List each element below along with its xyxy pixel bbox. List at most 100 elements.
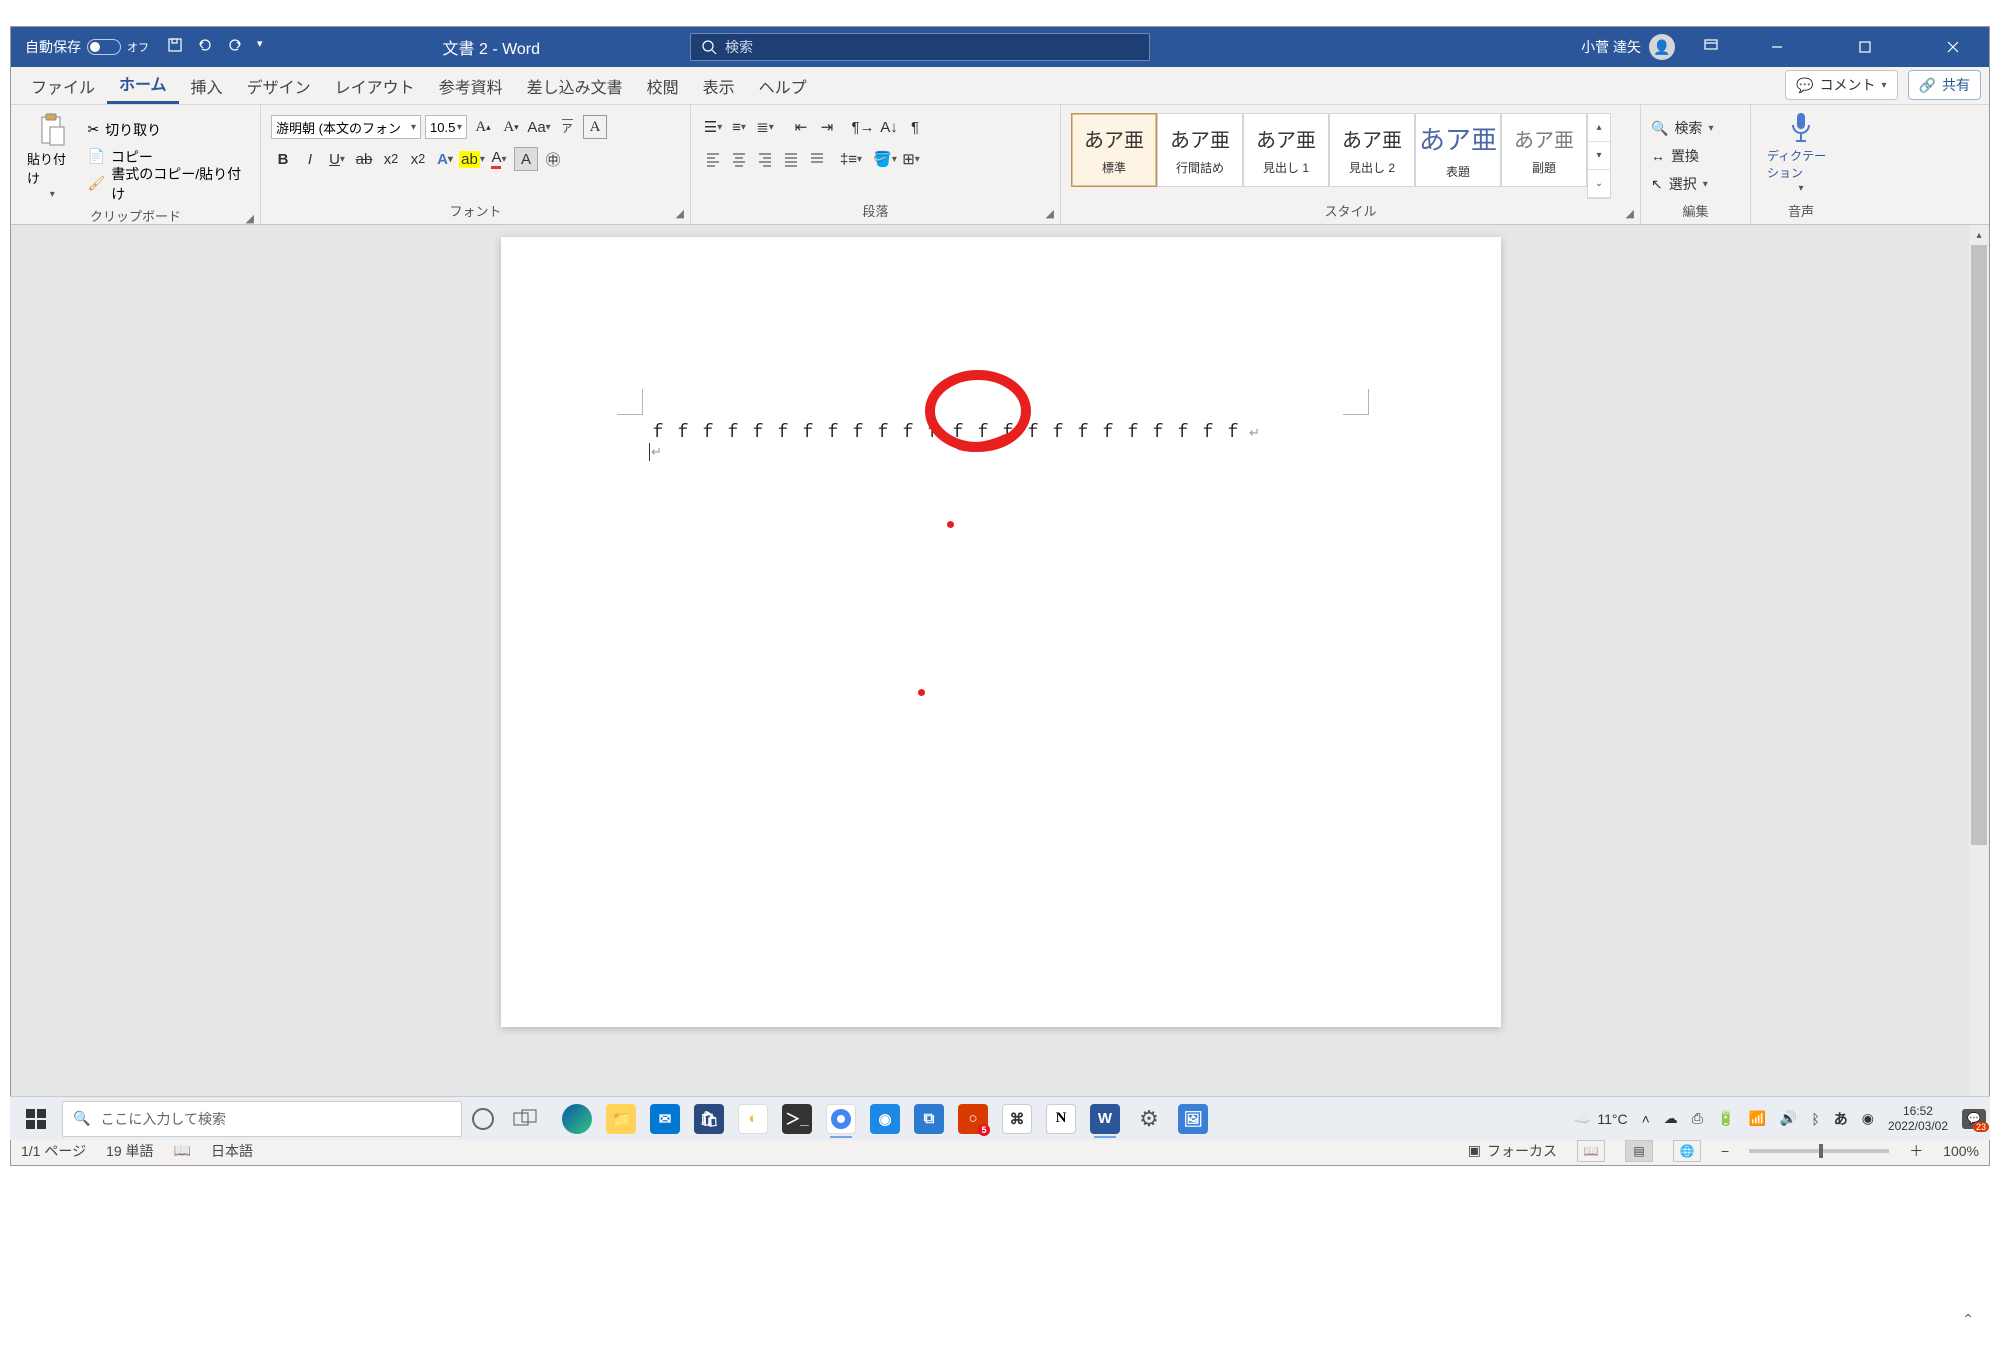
font-color-button[interactable]: A▾ — [487, 147, 511, 171]
read-mode-button[interactable]: 📖 — [1577, 1140, 1605, 1162]
justify-button[interactable] — [779, 147, 803, 171]
bluetooth-icon[interactable]: ᛒ — [1811, 1111, 1819, 1127]
task-view-icon[interactable] — [504, 1098, 546, 1140]
subscript-button[interactable]: x2 — [379, 147, 403, 171]
numbering-button[interactable]: ≡▾ — [727, 115, 751, 139]
battery-icon[interactable]: 🔋 — [1717, 1110, 1734, 1127]
maximize-button[interactable] — [1835, 27, 1895, 67]
sort-button[interactable]: A↓ — [877, 115, 901, 139]
font-name-select[interactable]: 游明朝 (本文のフォン▾ — [271, 115, 421, 139]
increase-indent-button[interactable]: ⇥ — [815, 115, 839, 139]
cut-button[interactable]: ✂切り取り — [87, 118, 250, 142]
wifi-icon[interactable]: 📶 — [1748, 1110, 1765, 1127]
font-size-select[interactable]: 10.5▾ — [425, 115, 467, 139]
line-spacing-button[interactable]: ‡≡▾ — [839, 147, 863, 171]
print-layout-button[interactable]: ▤ — [1625, 1140, 1653, 1162]
qat-customize-icon[interactable]: ▾ — [257, 37, 263, 58]
save-icon[interactable] — [167, 37, 183, 58]
text-effects-button[interactable]: A▾ — [433, 147, 457, 171]
vertical-scrollbar[interactable]: ▴ ▾ — [1969, 225, 1989, 1135]
minimize-button[interactable] — [1747, 27, 1807, 67]
toggle-switch[interactable] — [87, 39, 121, 55]
style-heading1[interactable]: あア亜見出し 1 — [1243, 113, 1329, 187]
shrink-font-button[interactable]: A▾ — [499, 115, 523, 139]
share-button[interactable]: 🔗 共有 — [1908, 70, 1981, 100]
terminal-icon[interactable]: ＞_ — [776, 1098, 818, 1140]
grow-font-button[interactable]: A▴ — [471, 115, 495, 139]
tray-expand-icon[interactable]: ˄ — [1642, 1111, 1650, 1127]
search-box[interactable]: 検索 — [690, 33, 1150, 61]
taskbar-search[interactable]: 🔍 ここに入力して検索 — [62, 1101, 462, 1137]
tab-design[interactable]: デザイン — [235, 66, 323, 104]
volume-icon[interactable]: 🔊 — [1780, 1110, 1797, 1127]
distribute-button[interactable] — [805, 147, 829, 171]
tab-help[interactable]: ヘルプ — [747, 66, 819, 104]
dialog-launcher-icon[interactable]: ◢ — [676, 207, 684, 220]
multilevel-button[interactable]: ≣▾ — [753, 115, 777, 139]
tab-view[interactable]: 表示 — [691, 66, 747, 104]
align-center-button[interactable] — [727, 147, 751, 171]
tab-home[interactable]: ホーム — [107, 63, 179, 104]
web-layout-button[interactable]: 🌐 — [1673, 1140, 1701, 1162]
app-icon-2[interactable]: ◉ — [864, 1098, 906, 1140]
ime-icon[interactable]: あ — [1834, 1109, 1848, 1129]
app-icon-4[interactable]: ⌘ — [996, 1098, 1038, 1140]
paste-button[interactable]: 貼り付け ▾ — [21, 109, 83, 204]
replace-button[interactable]: ↔置換 — [1651, 145, 1713, 167]
underline-button[interactable]: U▾ — [325, 147, 349, 171]
style-title[interactable]: あア亜表題 — [1415, 113, 1501, 187]
align-right-button[interactable] — [753, 147, 777, 171]
dialog-launcher-icon[interactable]: ◢ — [246, 212, 254, 225]
mail-icon[interactable]: ✉ — [644, 1098, 686, 1140]
page-count[interactable]: 1/1 ページ — [21, 1141, 86, 1161]
zoom-level[interactable]: 100% — [1943, 1143, 1979, 1159]
scroll-up-icon[interactable]: ▴ — [1969, 225, 1989, 245]
ime-mode-icon[interactable]: ◉ — [1862, 1110, 1874, 1127]
settings-icon[interactable]: ⚙ — [1128, 1098, 1170, 1140]
format-painter-button[interactable]: 🖌書式のコピー/貼り付け — [87, 172, 250, 196]
autosave-toggle[interactable]: 自動保存 オフ — [25, 37, 149, 57]
tray-icon[interactable]: ⎙ — [1692, 1110, 1703, 1127]
dialog-launcher-icon[interactable]: ◢ — [1626, 207, 1634, 220]
style-heading2[interactable]: あア亜見出し 2 — [1329, 113, 1415, 187]
comments-button[interactable]: 💬 コメント ▾ — [1785, 70, 1897, 100]
ribbon-display-icon[interactable] — [1703, 37, 1719, 58]
weather-widget[interactable]: ☁️11°C — [1574, 1110, 1628, 1127]
word-count[interactable]: 19 単語 — [106, 1141, 153, 1161]
tab-mailings[interactable]: 差し込み文書 — [515, 66, 635, 104]
onedrive-icon[interactable]: ☁ — [1664, 1110, 1678, 1127]
bullets-button[interactable]: ☰▾ — [701, 115, 725, 139]
style-subtitle[interactable]: あア亜副題 — [1501, 113, 1587, 187]
store-icon[interactable]: 🛍 — [688, 1098, 730, 1140]
find-button[interactable]: 🔍検索▾ — [1651, 117, 1713, 139]
spellcheck-icon[interactable]: 📖 — [174, 1142, 191, 1159]
notifications-button[interactable]: 💬23 — [1962, 1109, 1986, 1129]
borders-button[interactable]: ⊞▾ — [899, 147, 923, 171]
redo-icon[interactable] — [227, 37, 243, 58]
explorer-icon[interactable]: 📁 — [600, 1098, 642, 1140]
app-icon-3[interactable]: ○5 — [952, 1098, 994, 1140]
tab-file[interactable]: ファイル — [19, 66, 107, 104]
dialog-launcher-icon[interactable]: ◢ — [1046, 207, 1054, 220]
vscode-icon[interactable]: ⧉ — [908, 1098, 950, 1140]
tab-insert[interactable]: 挿入 — [179, 66, 235, 104]
undo-icon[interactable] — [197, 37, 213, 58]
app-icon-5[interactable]: 🖼 — [1172, 1098, 1214, 1140]
dictate-button[interactable]: ディクテーション ▾ — [1761, 109, 1841, 199]
ltr-button[interactable]: ¶→ — [851, 115, 875, 139]
change-case-button[interactable]: Aa▾ — [527, 115, 551, 139]
style-nospacing[interactable]: あア亜行間詰め — [1157, 113, 1243, 187]
show-marks-button[interactable]: ¶ — [903, 115, 927, 139]
tab-layout[interactable]: レイアウト — [323, 66, 427, 104]
enclose-char-button[interactable]: ㊥ — [541, 147, 565, 171]
align-left-button[interactable] — [701, 147, 725, 171]
user-account[interactable]: 小菅 達矢 👤 — [1581, 34, 1675, 60]
tab-references[interactable]: 参考資料 — [427, 66, 515, 104]
clock[interactable]: 16:52 2022/03/02 — [1888, 1104, 1948, 1133]
scrollbar-thumb[interactable] — [1971, 245, 1987, 845]
cortana-icon[interactable] — [462, 1098, 504, 1140]
close-button[interactable] — [1923, 27, 1983, 67]
tab-review[interactable]: 校閲 — [635, 66, 691, 104]
notion-icon[interactable]: N — [1040, 1098, 1082, 1140]
word-icon[interactable]: W — [1084, 1098, 1126, 1140]
